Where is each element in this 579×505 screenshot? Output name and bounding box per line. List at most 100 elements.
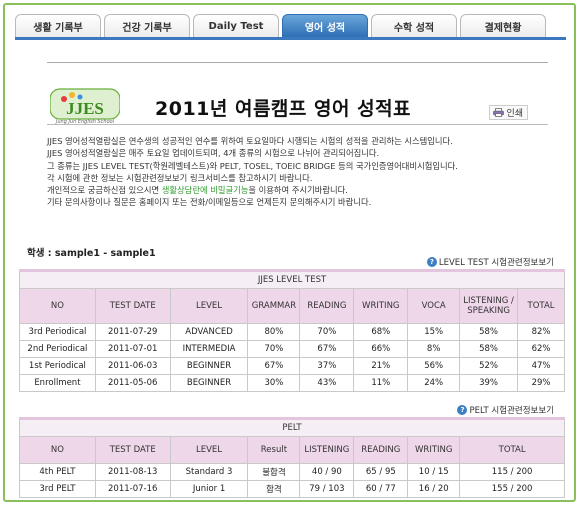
table-cell: BEGINNER [169,357,249,375]
column-header: TOTAL [459,436,565,464]
table-cell: 11% [353,374,409,392]
table-cell: 4th PELT [19,463,96,481]
table-cell: 29% [517,374,565,392]
pelt-info-label: PELT 시험관련정보보기 [469,406,554,416]
table-cell: INTERMEDIA [169,340,249,358]
table-row: Enrollment 2011-05-06 BEGINNER 30% 43% 1… [19,374,565,392]
description-line: 기타 문의사항이나 질문은 홈페이지 또는 전화/이메일등으로 언제든지 문의해… [47,197,372,208]
table-row: 3rd PELT 2011-07-16 Junior 1 합격 79 / 103… [19,480,565,498]
table-cell: 155 / 200 [459,480,565,498]
print-button[interactable]: 인쇄 [489,105,528,120]
table-cell: 2011-07-16 [94,480,171,498]
table-cell: Standard 3 [169,463,249,481]
column-header: GRAMMAR [247,288,301,324]
table-row: 2nd Periodical 2011-07-01 INTERMEDIA 70%… [19,340,565,358]
column-header: LEVEL [169,288,249,324]
table-cell: 2011-05-06 [94,374,171,392]
column-header: NO [19,288,96,324]
table-row: 3rd Periodical 2011-07-29 ADVANCED 80% 7… [19,323,565,341]
tab-daily-test[interactable]: Daily Test [193,14,279,37]
level-test-info-link[interactable]: ? LEVEL TEST 시험관련정보보기 [426,256,554,268]
tab-english-grades[interactable]: 영어 성적 [282,14,368,37]
table-cell: BEGINNER [169,374,249,392]
column-header: TEST DATE [94,436,171,464]
tab-payment-status[interactable]: 결제현황 [460,14,546,37]
pelt-table: PELT NO TEST DATE LEVEL Result LISTENING… [19,417,565,498]
table-cell: 불합격 [247,463,301,481]
help-icon: ? [457,405,468,415]
table-cell: 10 / 15 [407,463,461,481]
table-cell: 58% [459,323,519,341]
description-line: JJES 영어성적열람실은 매주 토요일 업데이트되며, 4개 종류의 시험으로… [47,148,380,159]
pelt-caption: PELT [19,417,565,437]
tab-underline [15,37,566,40]
table-cell: Junior 1 [169,480,249,498]
level-test-info-label: LEVEL TEST 시험관련정보보기 [438,258,554,268]
table-header-row: NO TEST DATE LEVEL Result LISTENING READ… [19,436,565,464]
description: JJES 영어성적열람실은 연수생의 성공적인 연수를 위하여 토요일마다 시행… [47,135,567,209]
table-cell: 37% [299,357,355,375]
table-cell: 1st Periodical [19,357,96,375]
pelt-info-link[interactable]: ? PELT 시험관련정보보기 [457,404,554,416]
column-header: TEST DATE [94,288,171,324]
column-header: LISTENING [299,436,355,464]
table-cell: 47% [517,357,565,375]
tab-math-grades[interactable]: 수학 성적 [371,14,457,37]
page-frame: 생활 기록부 건강 기록부 Daily Test 영어 성적 수학 성적 결제현… [3,3,576,502]
divider [47,124,548,125]
table-cell: 2011-07-29 [94,323,171,341]
tab-bar: 생활 기록부 건강 기록부 Daily Test 영어 성적 수학 성적 결제현… [15,14,546,37]
table-cell: 68% [353,323,409,341]
table-cell: 2nd Periodical [19,340,96,358]
logo-text: JJES [66,99,104,118]
table-row: 1st Periodical 2011-06-03 BEGINNER 67% 3… [19,357,565,375]
table-cell: 79 / 103 [299,480,355,498]
table-cell: 70% [247,340,301,358]
column-header: WRITING [407,436,461,464]
table-cell: Enrollment [19,374,96,392]
table-cell: 70% [299,323,355,341]
table-cell: 60 / 77 [353,480,409,498]
table-cell: 58% [459,340,519,358]
print-label: 인쇄 [506,109,523,119]
table-cell: 39% [459,374,519,392]
table-cell: 62% [517,340,565,358]
table-cell: 2011-08-13 [94,463,171,481]
table-cell: 30% [247,374,301,392]
table-header-row: NO TEST DATE LEVEL GRAMMAR READING WRITI… [19,288,565,324]
page-title: 2011년 여름캠프 영어 성적표 [155,98,412,120]
column-header: READING [353,436,409,464]
table-cell: 21% [353,357,409,375]
table-cell: 3rd Periodical [19,323,96,341]
table-cell: 15% [407,323,461,341]
divider [47,62,548,63]
table-cell: 40 / 90 [299,463,355,481]
table-row: 4th PELT 2011-08-13 Standard 3 불합격 40 / … [19,463,565,481]
column-header: LISTENING / SPEAKING [459,288,519,324]
table-cell: 43% [299,374,355,392]
table-cell: 합격 [247,480,301,498]
column-header: READING [299,288,355,324]
level-test-table: JJES LEVEL TEST NO TEST DATE LEVEL GRAMM… [19,269,565,392]
tab-life-record[interactable]: 생활 기록부 [15,14,101,37]
description-line: 그 종류는 JJES LEVEL TEST(학원레벨테스트)와 PELT, TO… [47,160,458,171]
tab-health-record[interactable]: 건강 기록부 [104,14,190,37]
column-header: NO [19,436,96,464]
table-cell: 82% [517,323,565,341]
column-header: WRITING [353,288,409,324]
help-icon: ? [426,257,437,267]
level-test-caption: JJES LEVEL TEST [19,269,565,289]
table-cell: 115 / 200 [459,463,565,481]
table-cell: 24% [407,374,461,392]
column-header: TOTAL [517,288,565,324]
jjes-logo: JJES [50,88,120,120]
column-header: Result [247,436,301,464]
table-cell: 67% [299,340,355,358]
printer-icon [493,108,505,117]
table-cell: 66% [353,340,409,358]
table-cell: 8% [407,340,461,358]
table-cell: 2011-07-01 [94,340,171,358]
table-cell: 2011-06-03 [94,357,171,375]
column-header: LEVEL [169,436,249,464]
table-cell: 67% [247,357,301,375]
